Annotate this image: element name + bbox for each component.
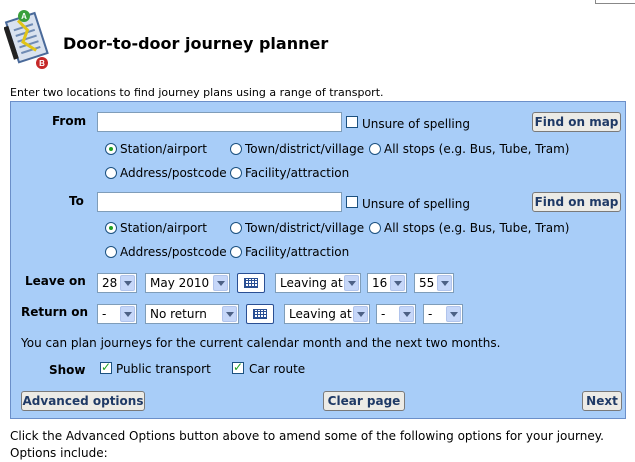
from-label: From	[52, 114, 87, 128]
from-type-facility-radio[interactable]	[230, 167, 242, 179]
return-calendar-icon[interactable]	[246, 304, 274, 324]
return-minute-select[interactable]: -	[423, 304, 463, 324]
to-type-facility-label: Facility/attraction	[245, 245, 350, 259]
from-type-facility-label: Facility/attraction	[245, 166, 350, 180]
clear-page-button[interactable]: Clear page	[323, 391, 405, 411]
return-day-value: -	[102, 307, 107, 321]
from-find-on-map-button[interactable]: Find on map	[532, 112, 621, 132]
show-label: Show	[49, 363, 86, 377]
chevron-down-icon	[437, 275, 452, 291]
chevron-down-icon	[446, 306, 461, 322]
return-on-label: Return on	[21, 305, 89, 319]
return-month-value: No return	[150, 307, 207, 321]
chevron-down-icon	[344, 275, 359, 291]
return-month-select[interactable]: No return	[145, 304, 239, 324]
chevron-down-icon	[399, 306, 414, 322]
chevron-down-icon	[390, 275, 405, 291]
from-type-station-radio[interactable]	[105, 143, 117, 155]
leave-month-select[interactable]: May 2010	[145, 273, 230, 293]
to-unsure-checkbox[interactable]	[346, 196, 358, 208]
advanced-options-button[interactable]: Advanced options	[21, 391, 145, 411]
svg-text:B: B	[39, 59, 45, 68]
leave-mode-select[interactable]: Leaving at	[275, 273, 361, 293]
from-type-station-label: Station/airport	[120, 142, 207, 156]
next-button[interactable]: Next	[582, 391, 622, 411]
advanced-options-description: Click the Advanced Options button above …	[10, 429, 604, 460]
leave-on-label: Leave on	[25, 274, 86, 288]
car-route-label: Car route	[249, 362, 306, 376]
leave-mode-value: Leaving at	[280, 276, 343, 290]
to-type-allstops-label: All stops (e.g. Bus, Tube, Tram)	[384, 221, 570, 235]
chevron-down-icon	[213, 275, 228, 291]
to-find-on-map-button[interactable]: Find on map	[532, 192, 621, 212]
chevron-down-icon	[353, 306, 368, 322]
from-type-allstops-label: All stops (e.g. Bus, Tube, Tram)	[384, 142, 570, 156]
date-range-note: You can plan journeys for the current ca…	[21, 336, 501, 350]
return-hour-value: -	[381, 307, 386, 321]
to-type-allstops-radio[interactable]	[369, 222, 381, 234]
public-transport-label: Public transport	[116, 362, 211, 376]
journey-form-panel: From Unsure of spelling Find on map Stat…	[10, 101, 626, 419]
public-transport-checkbox[interactable]	[100, 360, 112, 374]
from-input[interactable]	[97, 112, 342, 132]
from-unsure-label: Unsure of spelling	[362, 117, 470, 131]
to-type-town-label: Town/district/village	[245, 221, 365, 235]
car-route-checkbox[interactable]	[232, 360, 244, 374]
leave-calendar-icon[interactable]	[237, 273, 265, 293]
to-label: To	[69, 194, 84, 208]
return-minute-value: -	[428, 307, 433, 321]
leave-hour-value: 16	[372, 276, 388, 290]
journey-planner-logo-icon: A B	[4, 10, 49, 69]
to-type-town-radio[interactable]	[230, 222, 242, 234]
from-type-town-radio[interactable]	[230, 143, 242, 155]
leave-minute-value: 55	[419, 276, 435, 290]
to-type-address-label: Address/postcode	[120, 245, 227, 259]
chevron-down-icon	[120, 306, 135, 322]
page-title: Door-to-door journey planner	[63, 34, 329, 53]
return-mode-value: Leaving at	[289, 307, 352, 321]
leave-month-value: May 2010	[150, 276, 210, 290]
leave-hour-select[interactable]: 16	[367, 273, 407, 293]
leave-day-value: 28	[102, 276, 118, 290]
leave-minute-select[interactable]: 55	[414, 273, 454, 293]
to-type-station-radio[interactable]	[105, 222, 117, 234]
to-unsure-label: Unsure of spelling	[362, 197, 470, 211]
chevron-down-icon	[222, 306, 237, 322]
to-type-address-radio[interactable]	[105, 246, 117, 258]
leave-day-select[interactable]: 28	[97, 273, 137, 293]
from-type-address-label: Address/postcode	[120, 166, 227, 180]
svg-text:A: A	[21, 12, 27, 21]
chevron-down-icon	[120, 275, 135, 291]
return-day-select[interactable]: -	[97, 304, 137, 324]
from-unsure-checkbox[interactable]	[346, 116, 358, 128]
from-type-address-radio[interactable]	[105, 167, 117, 179]
window-corner	[595, 0, 635, 4]
intro-text: Enter two locations to find journey plan…	[10, 86, 384, 99]
to-type-station-label: Station/airport	[120, 221, 207, 235]
to-input[interactable]	[97, 192, 342, 212]
from-type-allstops-radio[interactable]	[369, 143, 381, 155]
return-mode-select[interactable]: Leaving at	[284, 304, 370, 324]
return-hour-select[interactable]: -	[376, 304, 416, 324]
from-type-town-label: Town/district/village	[245, 142, 365, 156]
to-type-facility-radio[interactable]	[230, 246, 242, 258]
